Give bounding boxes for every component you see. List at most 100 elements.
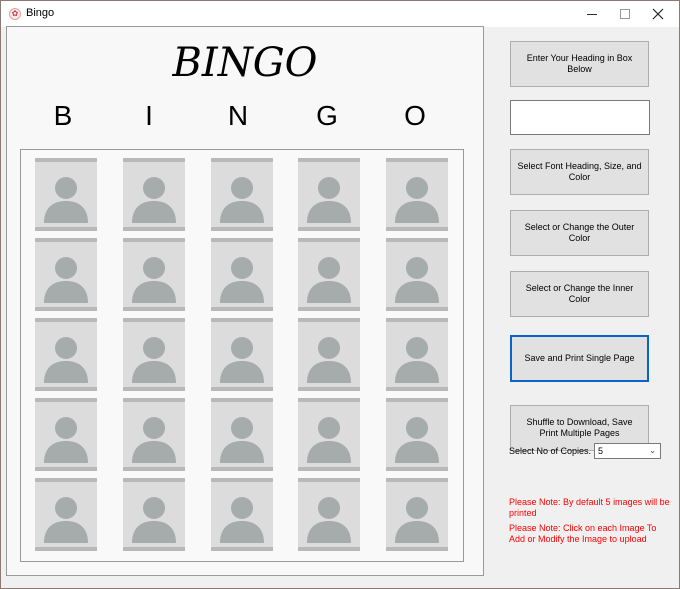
save-print-button[interactable]: Save and Print Single Page <box>510 335 649 382</box>
person-placeholder-icon <box>220 497 264 543</box>
copies-select[interactable]: 5 ⌄ <box>594 443 661 459</box>
cell-bottom-bar <box>123 307 185 311</box>
person-placeholder-icon <box>44 337 88 383</box>
bingo-cell-4-4[interactable] <box>298 398 360 471</box>
cell-bottom-bar <box>123 467 185 471</box>
bingo-cell-5-2[interactable] <box>123 478 185 551</box>
bingo-cell-3-2[interactable] <box>123 318 185 391</box>
cell-bottom-bar <box>386 467 448 471</box>
bingo-cell-1-2[interactable] <box>123 158 185 231</box>
person-placeholder-icon <box>220 337 264 383</box>
outer-color-button[interactable]: Select or Change the Outer Color <box>510 210 649 256</box>
cell-top-bar <box>35 478 97 482</box>
chevron-down-icon: ⌄ <box>649 446 656 455</box>
person-placeholder-icon <box>44 177 88 223</box>
bingo-cell-4-3[interactable] <box>211 398 273 471</box>
select-font-button[interactable]: Select Font Heading, Size, and Color <box>510 149 649 195</box>
person-placeholder-icon <box>307 497 351 543</box>
person-placeholder-icon <box>307 177 351 223</box>
person-placeholder-icon <box>44 497 88 543</box>
bingo-cell-5-4[interactable] <box>298 478 360 551</box>
copies-value: 5 <box>598 446 604 456</box>
bingo-cell-1-3[interactable] <box>211 158 273 231</box>
person-placeholder-icon <box>132 257 176 303</box>
person-placeholder-icon <box>395 417 439 463</box>
cell-bottom-bar <box>123 547 185 551</box>
cell-top-bar <box>211 318 273 322</box>
cell-bottom-bar <box>386 227 448 231</box>
copies-label: Select No of Copies. <box>509 446 592 456</box>
bingo-cell-4-2[interactable] <box>123 398 185 471</box>
person-placeholder-icon <box>132 417 176 463</box>
cell-bottom-bar <box>298 307 360 311</box>
cell-top-bar <box>386 318 448 322</box>
person-placeholder-icon <box>132 177 176 223</box>
cell-top-bar <box>386 398 448 402</box>
person-placeholder-icon <box>44 417 88 463</box>
bingo-window: ✿ Bingo BINGO BINGO Enter Your Heading i… <box>0 0 680 589</box>
bingo-cell-2-1[interactable] <box>35 238 97 311</box>
cell-bottom-bar <box>211 387 273 391</box>
minimize-button[interactable] <box>575 1 609 27</box>
bingo-cell-5-1[interactable] <box>35 478 97 551</box>
cell-bottom-bar <box>123 227 185 231</box>
cell-top-bar <box>35 238 97 242</box>
card-title[interactable]: BINGO <box>7 40 483 86</box>
column-letter-n: N <box>227 100 249 131</box>
person-placeholder-icon <box>44 257 88 303</box>
cell-bottom-bar <box>298 547 360 551</box>
bingo-cell-3-3[interactable] <box>211 318 273 391</box>
bingo-cell-4-5[interactable] <box>386 398 448 471</box>
bingo-cell-2-3[interactable] <box>211 238 273 311</box>
maximize-button[interactable] <box>608 1 642 27</box>
bingo-cell-1-5[interactable] <box>386 158 448 231</box>
bingo-cell-1-1[interactable] <box>35 158 97 231</box>
cell-top-bar <box>298 398 360 402</box>
person-placeholder-icon <box>220 257 264 303</box>
cell-top-bar <box>211 478 273 482</box>
column-letter-b: B <box>53 100 73 131</box>
bingo-cell-5-3[interactable] <box>211 478 273 551</box>
default-images-note: Please Note: By default 5 images will be… <box>509 497 670 518</box>
cell-top-bar <box>123 478 185 482</box>
bingo-cell-1-4[interactable] <box>298 158 360 231</box>
cell-top-bar <box>386 158 448 162</box>
cell-top-bar <box>386 478 448 482</box>
cell-bottom-bar <box>298 387 360 391</box>
enter-heading-button[interactable]: Enter Your Heading in Box Below <box>510 41 649 87</box>
cell-bottom-bar <box>211 467 273 471</box>
close-icon <box>652 8 664 20</box>
cell-bottom-bar <box>211 307 273 311</box>
cell-bottom-bar <box>35 227 97 231</box>
cell-bottom-bar <box>35 467 97 471</box>
cell-top-bar <box>123 158 185 162</box>
person-placeholder-icon <box>395 497 439 543</box>
cell-top-bar <box>386 238 448 242</box>
person-placeholder-icon <box>307 337 351 383</box>
cell-top-bar <box>211 238 273 242</box>
bingo-cell-4-1[interactable] <box>35 398 97 471</box>
person-placeholder-icon <box>220 177 264 223</box>
inner-color-button[interactable]: Select or Change the Inner Color <box>510 271 649 317</box>
cell-top-bar <box>298 158 360 162</box>
bingo-cell-2-5[interactable] <box>386 238 448 311</box>
bingo-cell-3-4[interactable] <box>298 318 360 391</box>
bingo-cell-2-2[interactable] <box>123 238 185 311</box>
cell-top-bar <box>298 238 360 242</box>
bingo-cell-3-5[interactable] <box>386 318 448 391</box>
app-icon: ✿ <box>9 8 21 20</box>
person-placeholder-icon <box>132 497 176 543</box>
column-letter-i: I <box>145 100 153 131</box>
cell-bottom-bar <box>298 227 360 231</box>
bingo-cell-2-4[interactable] <box>298 238 360 311</box>
close-button[interactable] <box>641 1 675 27</box>
bingo-cell-3-1[interactable] <box>35 318 97 391</box>
cell-bottom-bar <box>386 387 448 391</box>
heading-input[interactable] <box>510 100 650 135</box>
bingo-cell-5-5[interactable] <box>386 478 448 551</box>
cell-top-bar <box>298 318 360 322</box>
column-letter-g: G <box>316 100 338 131</box>
maximize-icon <box>620 9 630 19</box>
cell-top-bar <box>123 318 185 322</box>
person-placeholder-icon <box>307 257 351 303</box>
